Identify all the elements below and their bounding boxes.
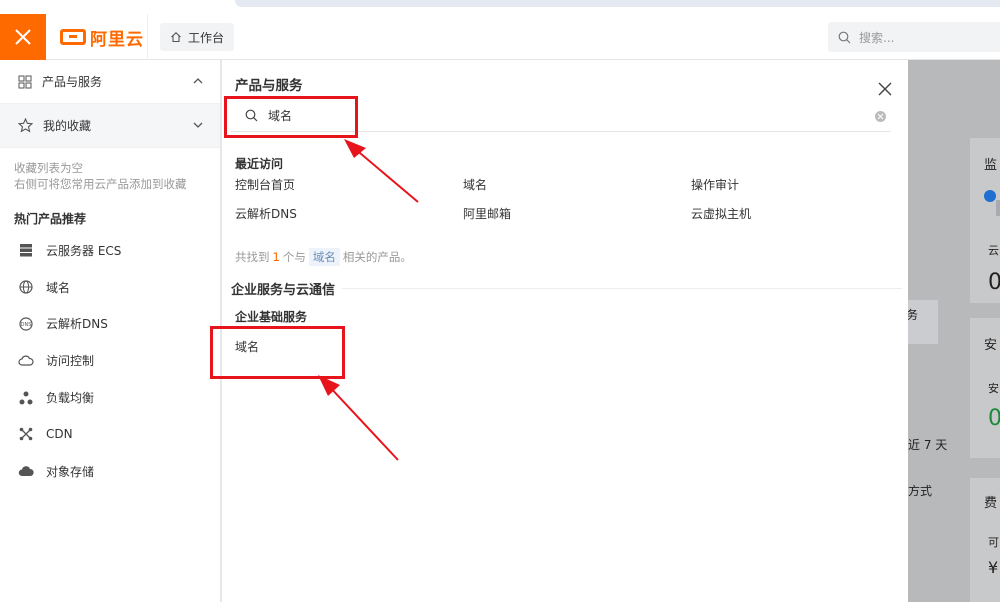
card-value: 0 [988, 406, 1000, 431]
found-count: 1 [272, 250, 280, 264]
close-icon [15, 29, 31, 45]
aliyun-logo[interactable]: 阿里云 [60, 26, 144, 50]
billing-card: 费 可 ¥ [970, 478, 1000, 602]
sidebar-item-access-control[interactable]: 访问控制 [0, 342, 220, 379]
grid-icon [18, 75, 32, 88]
sidebar-products-toggle[interactable]: 产品与服务 [0, 60, 220, 104]
info-icon [984, 190, 996, 202]
top-header: 阿里云 工作台 搜索... [0, 14, 1000, 60]
workbench-button[interactable]: 工作台 [160, 23, 234, 51]
found-prefix: 共找到 [235, 250, 270, 264]
recent-item[interactable]: 云虚拟主机 [691, 205, 875, 224]
recent-item[interactable]: 云解析DNS [235, 205, 463, 224]
home-icon [171, 32, 181, 43]
card-value: 0 [988, 270, 1000, 295]
sidebar-item-label: CDN [46, 427, 73, 442]
chevron-up-icon [193, 78, 203, 84]
card-text: 可 [988, 536, 999, 549]
found-suffix: 相关的产品。 [342, 250, 412, 264]
cdn-icon [18, 426, 34, 442]
sidebar-favorites-toggle[interactable]: 我的收藏 [0, 104, 220, 148]
sidebar-item-label: 访问控制 [46, 354, 95, 369]
card-title: 监 [984, 158, 998, 173]
sidebar-item-label: 云服务器 ECS [46, 243, 122, 258]
found-mid: 个与 [282, 250, 306, 264]
svg-text:DNS: DNS [21, 322, 32, 328]
chevron-down-icon [193, 122, 203, 128]
fragment-text: 务 [908, 308, 919, 322]
task-fragment: 务 [908, 300, 938, 344]
recent-visits-list: 控制台首页 域名 操作审计 云解析DNS 阿里邮箱 云虚拟主机 [235, 176, 875, 224]
server-icon [18, 242, 34, 258]
star-icon [18, 118, 33, 133]
sidebar-item-domain[interactable]: 域名 [0, 269, 220, 306]
favorites-empty-line2: 右侧可将您常用云产品添加到收藏 [14, 177, 187, 191]
dns-icon: DNS [18, 316, 34, 332]
monitor-card: 监 云 0 [970, 138, 1000, 303]
card-title: 费 [984, 496, 998, 511]
card-value: ¥ [988, 558, 999, 577]
card-text: 安 [988, 382, 999, 395]
browser-top-strip [0, 0, 1000, 14]
sidebar-item-label: 负载均衡 [46, 391, 95, 406]
brand-name: 阿里云 [90, 29, 144, 50]
section-title: 企业服务与云通信 [231, 283, 336, 298]
sidebar-item-oss[interactable]: 对象存储 [0, 453, 220, 490]
recent-visits-title: 最近访问 [235, 157, 284, 171]
load-balancer-icon [18, 390, 34, 406]
sidebar-item-label: 云解析DNS [46, 317, 108, 332]
found-keyword: 域名 [308, 248, 340, 266]
card-text: 云 [988, 244, 999, 257]
menu-close-button[interactable] [0, 14, 46, 60]
aliyun-logo-mark [60, 29, 86, 45]
cloud-lock-icon [18, 353, 34, 369]
annotation-box-result [210, 326, 345, 379]
recent-item[interactable]: 操作审计 [691, 176, 875, 195]
panel-title: 产品与服务 [235, 78, 303, 94]
recent-item[interactable]: 域名 [463, 176, 691, 195]
search-icon [838, 31, 851, 43]
sidebar-item-label: 对象存储 [46, 464, 95, 479]
sidebar-item-dns[interactable]: DNS 云解析DNS [0, 306, 220, 343]
clear-search-icon[interactable] [875, 111, 886, 122]
sidebar-products-label: 产品与服务 [42, 75, 103, 89]
security-card: 安 安 0 [970, 318, 1000, 458]
sidebar-item-load-balancer[interactable]: 负载均衡 [0, 379, 220, 416]
close-icon[interactable] [878, 82, 892, 96]
favorites-empty-text: 收藏列表为空 右侧可将您常用云产品添加到收藏 [0, 148, 220, 192]
global-search-placeholder: 搜索... [859, 30, 895, 45]
hot-products-title: 热门产品推荐 [14, 212, 87, 226]
favorites-empty-line1: 收藏列表为空 [14, 161, 83, 175]
global-search-input[interactable]: 搜索... [828, 22, 1000, 52]
sidebar-favorites-label: 我的收藏 [43, 119, 92, 133]
search-result-count: 共找到 1 个与 域名 相关的产品。 [235, 248, 412, 266]
workbench-label: 工作台 [188, 30, 225, 45]
sidebar-item-cdn[interactable]: CDN [0, 416, 220, 453]
sidebar-item-ecs[interactable]: 云服务器 ECS [0, 232, 220, 269]
annotation-box-search [224, 96, 358, 138]
sidebar: 产品与服务 我的收藏 收藏列表为空 右侧可将您常用云产品添加到收藏 热门产品推荐… [0, 60, 221, 602]
cloud-storage-icon [18, 463, 34, 479]
recent-item[interactable]: 控制台首页 [235, 176, 463, 195]
globe-icon [18, 279, 34, 295]
fragment-text: 近 7 天 [908, 438, 948, 452]
sidebar-item-label: 域名 [46, 280, 71, 295]
dashboard-background: 监 云 0 安 安 0 费 可 ¥ 务 近 7 天 方式 [908, 60, 1000, 602]
subsection-title: 企业基础服务 [235, 310, 308, 324]
card-title: 安 [984, 338, 998, 353]
recent-item[interactable]: 阿里邮箱 [463, 205, 691, 224]
fragment-text: 方式 [908, 484, 933, 498]
